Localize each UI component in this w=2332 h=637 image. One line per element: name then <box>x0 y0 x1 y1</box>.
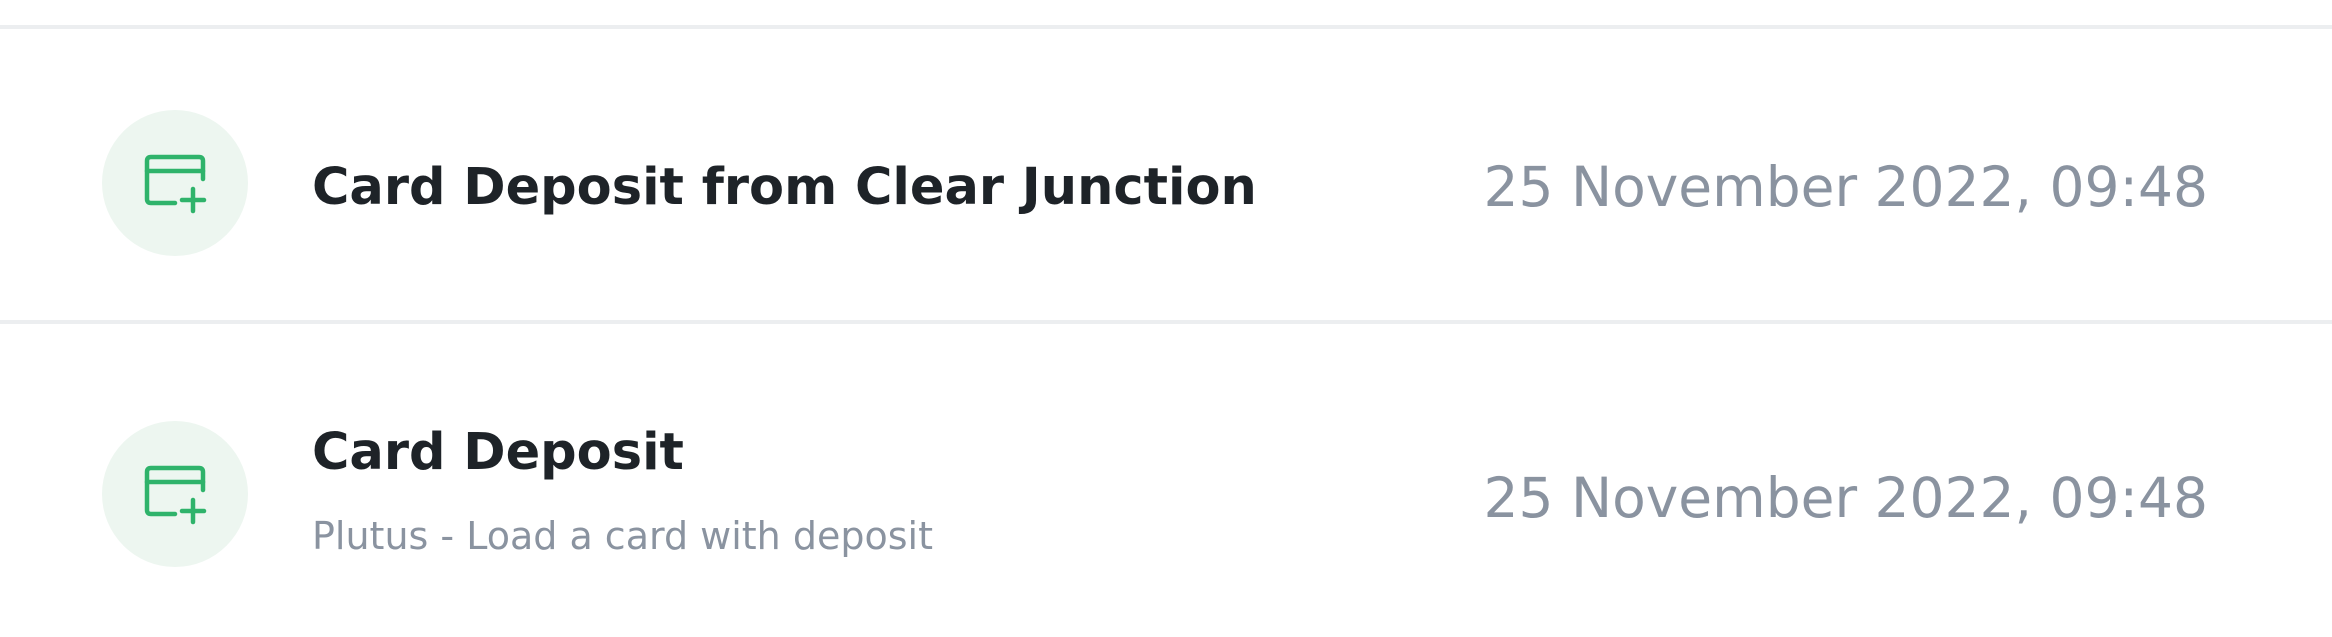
transaction-description: Plutus - Load a card with deposit <box>312 514 933 558</box>
transaction-date: 25 November 2022, 09:48 <box>1483 466 2208 530</box>
transaction-icon-badge <box>102 110 248 256</box>
transaction-title: Card Deposit from Clear Junction <box>312 158 1257 217</box>
transaction-date: 25 November 2022, 09:48 <box>1483 155 2208 219</box>
card-deposit-icon <box>144 154 207 214</box>
card-deposit-icon <box>144 465 207 525</box>
transaction-icon-badge <box>102 421 248 567</box>
transaction-row[interactable]: Card Deposit Plutus - Load a card with d… <box>0 324 2332 620</box>
transaction-title: Card Deposit <box>312 423 684 482</box>
transaction-row[interactable]: Card Deposit from Clear Junction 25 Nove… <box>0 29 2332 325</box>
